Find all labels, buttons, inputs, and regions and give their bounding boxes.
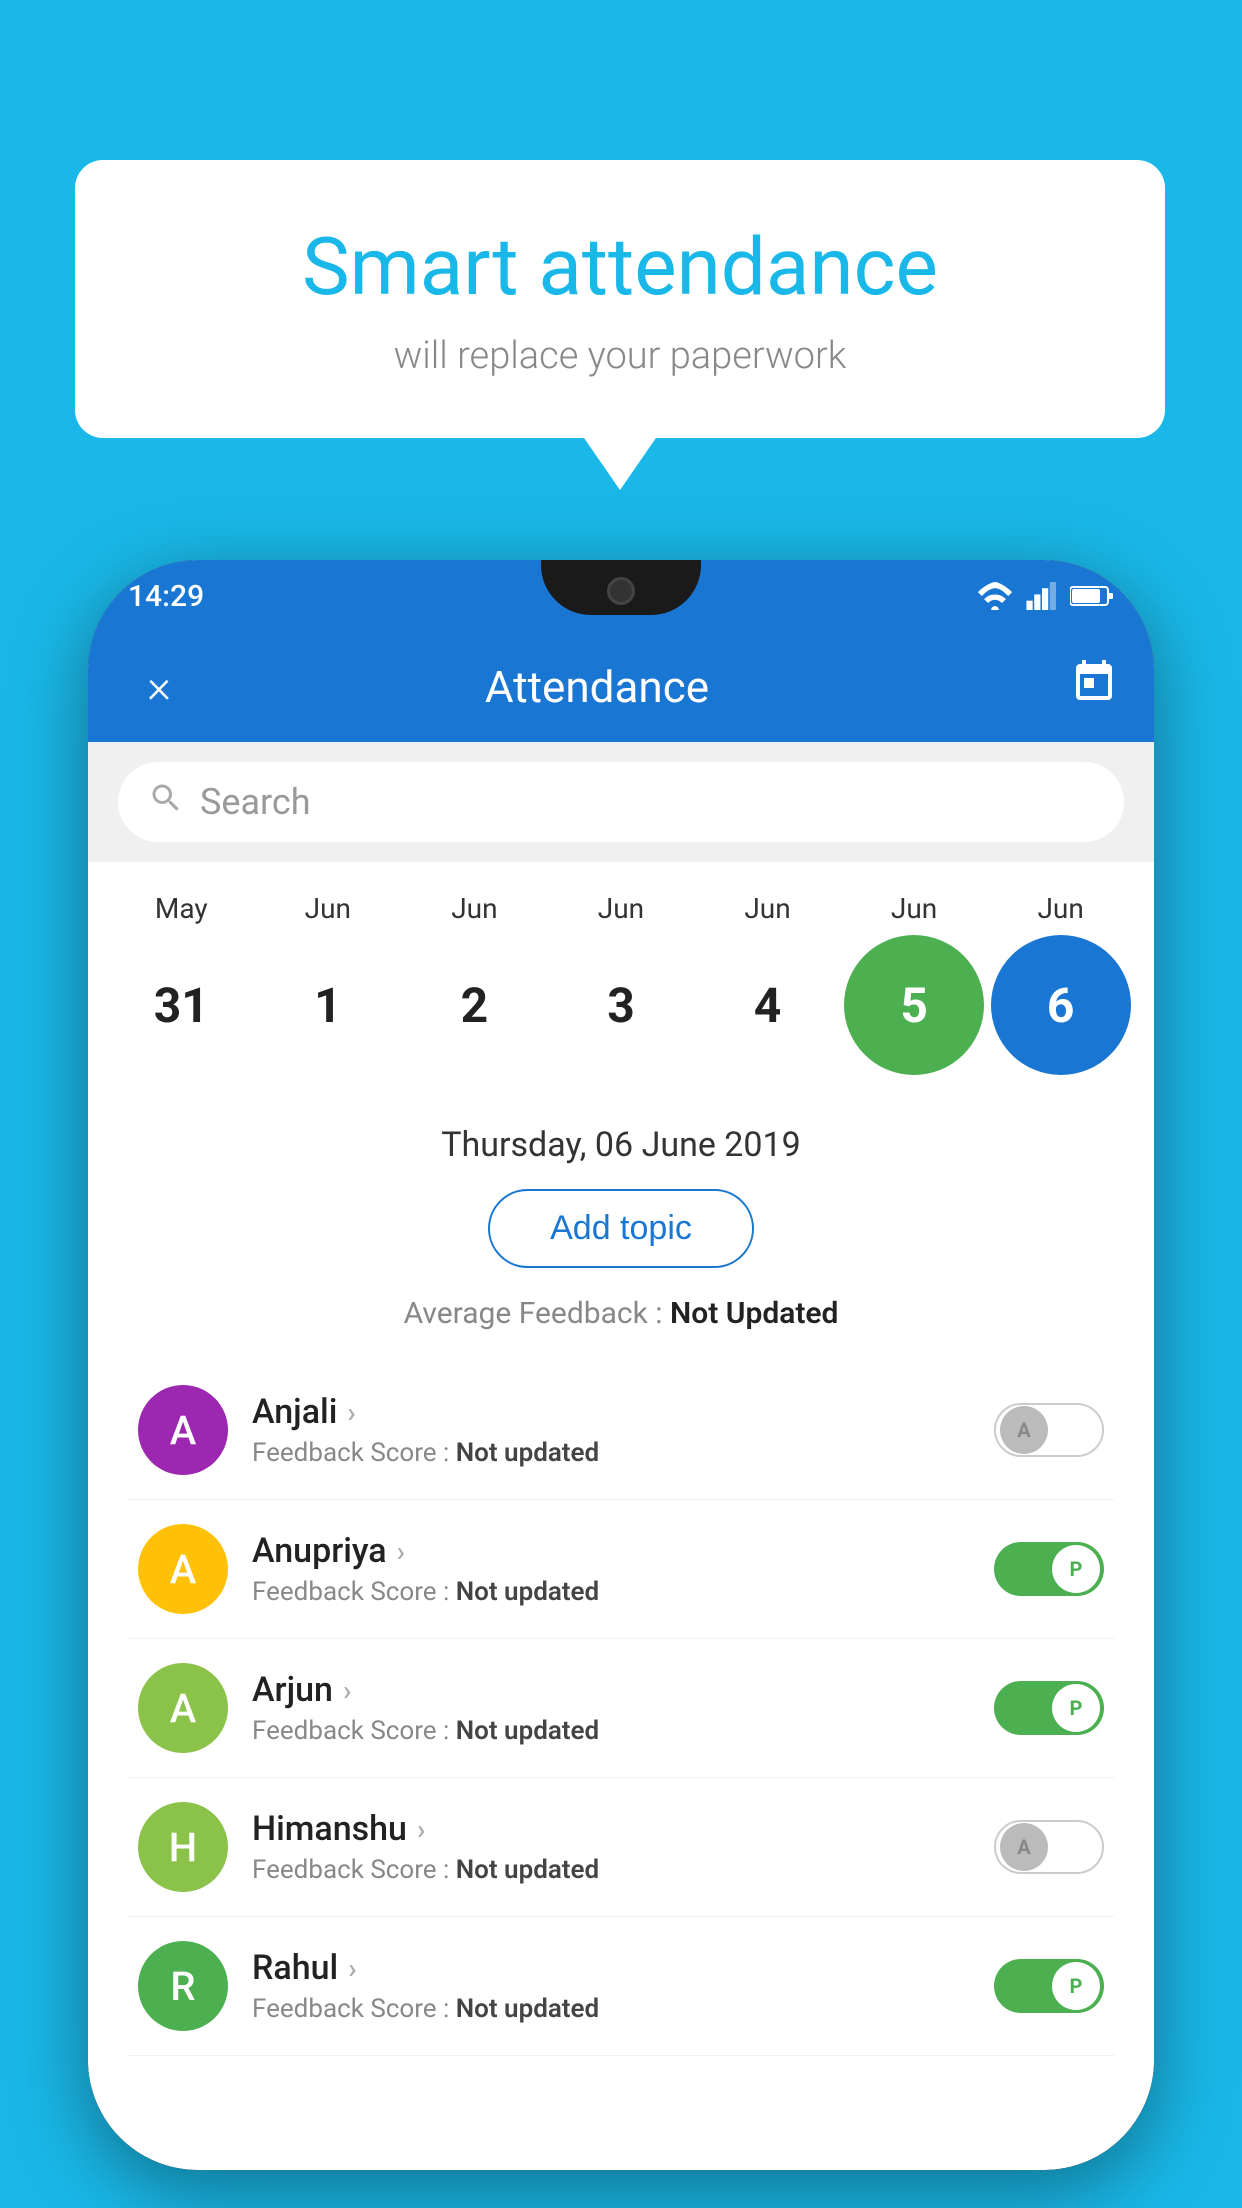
student-avatar: A	[138, 1385, 228, 1475]
calendar-date-item[interactable]: 6	[991, 935, 1131, 1075]
student-info: Anupriya › Feedback Score : Not updated	[252, 1531, 994, 1607]
calendar-button[interactable]	[1070, 658, 1118, 716]
toggle-knob: P	[1052, 1684, 1100, 1732]
student-name: Himanshu ›	[252, 1809, 994, 1849]
toggle-knob: P	[1052, 1545, 1100, 1593]
student-name: Rahul ›	[252, 1948, 994, 1988]
phone-screen: 14:29	[88, 560, 1154, 2170]
calendar-date-item[interactable]: 1	[258, 935, 398, 1075]
signal-icon	[1026, 582, 1058, 610]
calendar-month-label: Jun	[844, 892, 984, 925]
chevron-right-icon: ›	[417, 1813, 425, 1846]
student-row[interactable]: H Himanshu › Feedback Score : Not updatedA	[128, 1778, 1114, 1917]
calendar-month-label: Jun	[991, 892, 1131, 925]
toggle-knob: P	[1052, 1962, 1100, 2010]
calendar-months-row: MayJunJunJunJunJunJun	[108, 892, 1134, 925]
feedback-value: Not updated	[456, 1577, 599, 1607]
student-avatar: R	[138, 1941, 228, 2031]
student-row[interactable]: A Arjun › Feedback Score : Not updated P	[128, 1639, 1114, 1778]
chevron-right-icon: ›	[397, 1535, 405, 1568]
avg-feedback-value: Not Updated	[670, 1296, 838, 1331]
search-placeholder-text: Search	[200, 781, 311, 823]
calendar-month-label: Jun	[404, 892, 544, 925]
avg-feedback-label: Average Feedback :	[404, 1296, 663, 1331]
calendar-date-item[interactable]: 4	[698, 935, 838, 1075]
student-feedback: Feedback Score : Not updated	[252, 1438, 994, 1468]
app-title: Attendance	[124, 661, 1070, 713]
attendance-toggle-container[interactable]: P	[994, 1959, 1104, 2013]
calendar-strip: MayJunJunJunJunJunJun 31123456	[88, 862, 1154, 1095]
student-info: Himanshu › Feedback Score : Not updated	[252, 1809, 994, 1885]
chevron-right-icon: ›	[347, 1396, 355, 1429]
student-avatar: A	[138, 1524, 228, 1614]
attendance-toggle-container[interactable]: P	[994, 1681, 1104, 1735]
calendar-date-item[interactable]: 5	[844, 935, 984, 1075]
speech-bubble: Smart attendance will replace your paper…	[75, 160, 1165, 438]
student-name: Arjun ›	[252, 1670, 994, 1710]
status-time: 14:29	[128, 579, 204, 614]
student-info: Anjali › Feedback Score : Not updated	[252, 1392, 994, 1468]
attendance-toggle[interactable]: A	[994, 1820, 1104, 1874]
student-feedback: Feedback Score : Not updated	[252, 1855, 994, 1885]
calendar-date-item[interactable]: 3	[551, 935, 691, 1075]
student-name: Anjali ›	[252, 1392, 994, 1432]
battery-icon	[1070, 584, 1114, 608]
student-row[interactable]: R Rahul › Feedback Score : Not updated P	[128, 1917, 1114, 2056]
chevron-right-icon: ›	[343, 1674, 351, 1707]
attendance-toggle-container[interactable]: P	[994, 1542, 1104, 1596]
front-camera	[607, 577, 635, 605]
calendar-date-item[interactable]: 31	[111, 935, 251, 1075]
toggle-knob: A	[1000, 1406, 1048, 1454]
attendance-toggle[interactable]: P	[994, 1681, 1104, 1735]
attendance-toggle-container[interactable]: A	[994, 1403, 1104, 1457]
bubble-subtitle: will replace your paperwork	[155, 334, 1085, 378]
calendar-date-item[interactable]: 2	[404, 935, 544, 1075]
calendar-month-label: Jun	[698, 892, 838, 925]
speech-bubble-container: Smart attendance will replace your paper…	[75, 160, 1165, 438]
selected-date: Thursday, 06 June 2019	[128, 1125, 1114, 1165]
student-info: Arjun › Feedback Score : Not updated	[252, 1670, 994, 1746]
status-icons	[976, 582, 1114, 610]
feedback-value: Not updated	[456, 1994, 599, 2024]
chevron-right-icon: ›	[348, 1952, 356, 1985]
calendar-month-label: Jun	[551, 892, 691, 925]
student-avatar: H	[138, 1802, 228, 1892]
feedback-value: Not updated	[456, 1855, 599, 1885]
search-icon	[148, 780, 184, 825]
calendar-month-label: Jun	[258, 892, 398, 925]
attendance-toggle-container[interactable]: A	[994, 1820, 1104, 1874]
search-bar[interactable]: Search	[118, 762, 1124, 842]
average-feedback: Average Feedback : Not Updated	[128, 1296, 1114, 1331]
app-bar: × Attendance	[88, 632, 1154, 742]
toggle-knob: A	[1000, 1823, 1048, 1871]
content-area: Thursday, 06 June 2019 Add topic Average…	[88, 1095, 1154, 2086]
student-info: Rahul › Feedback Score : Not updated	[252, 1948, 994, 2024]
calendar-dates-row: 31123456	[108, 935, 1134, 1075]
student-row[interactable]: AAnjali ›Feedback Score : Not updatedA	[128, 1361, 1114, 1500]
student-feedback: Feedback Score : Not updated	[252, 1994, 994, 2024]
student-feedback: Feedback Score : Not updated	[252, 1577, 994, 1607]
student-row[interactable]: A Anupriya › Feedback Score : Not updated P	[128, 1500, 1114, 1639]
student-feedback: Feedback Score : Not updated	[252, 1716, 994, 1746]
calendar-month-label: May	[111, 892, 251, 925]
wifi-icon	[976, 582, 1014, 610]
student-avatar: A	[138, 1663, 228, 1753]
feedback-value: Not updated	[456, 1438, 599, 1468]
attendance-toggle[interactable]: P	[994, 1959, 1104, 2013]
attendance-toggle[interactable]: P	[994, 1542, 1104, 1596]
student-list: AAnjali ›Feedback Score : Not updatedAAA…	[128, 1361, 1114, 2056]
feedback-value: Not updated	[456, 1716, 599, 1746]
attendance-toggle[interactable]: A	[994, 1403, 1104, 1457]
phone-frame: 14:29	[88, 560, 1154, 2170]
student-name: Anupriya ›	[252, 1531, 994, 1571]
bubble-title: Smart attendance	[155, 220, 1085, 314]
search-bar-container: Search	[88, 742, 1154, 862]
add-topic-button[interactable]: Add topic	[488, 1189, 754, 1268]
phone-notch	[541, 560, 701, 615]
